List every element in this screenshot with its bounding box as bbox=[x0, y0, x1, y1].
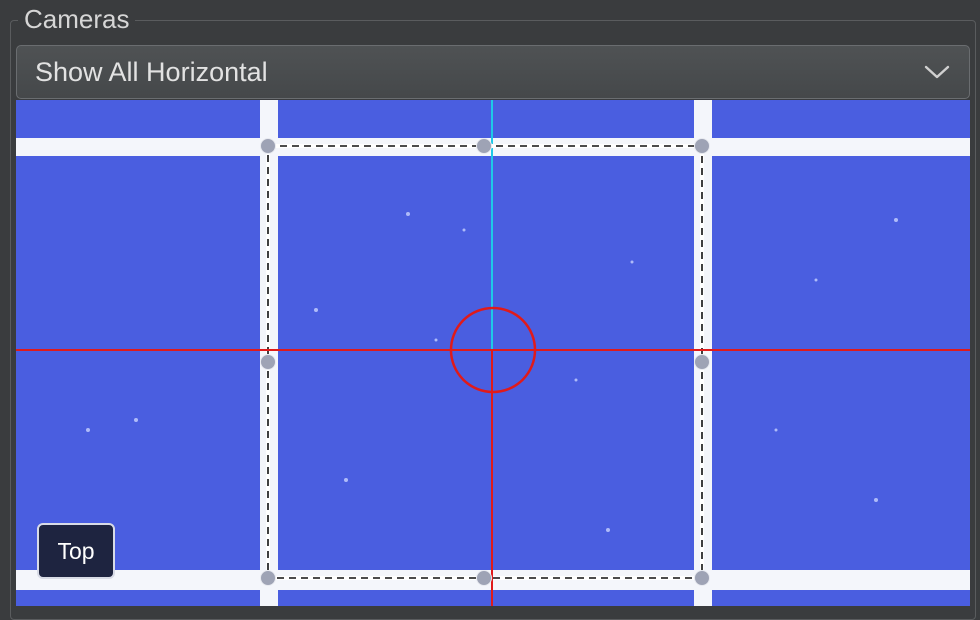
handle-bottom-right bbox=[694, 570, 710, 586]
camera-select[interactable]: Show All Horizontal bbox=[16, 45, 970, 99]
group-title: Cameras bbox=[18, 4, 136, 34]
handle-top-right bbox=[694, 138, 710, 154]
view-label-top[interactable]: Top bbox=[37, 523, 115, 579]
camera-select-value: Show All Horizontal bbox=[35, 56, 268, 87]
camera-view[interactable]: Top bbox=[16, 100, 970, 606]
handle-top-left bbox=[260, 138, 276, 154]
handle-bottom-left bbox=[260, 570, 276, 586]
handle-top-center bbox=[476, 138, 492, 154]
handle-middle-left bbox=[260, 354, 276, 370]
handle-middle-right bbox=[694, 354, 710, 370]
chevron-down-icon[interactable] bbox=[917, 57, 957, 87]
camera-image bbox=[16, 100, 970, 606]
handle-bottom-center bbox=[476, 570, 492, 586]
